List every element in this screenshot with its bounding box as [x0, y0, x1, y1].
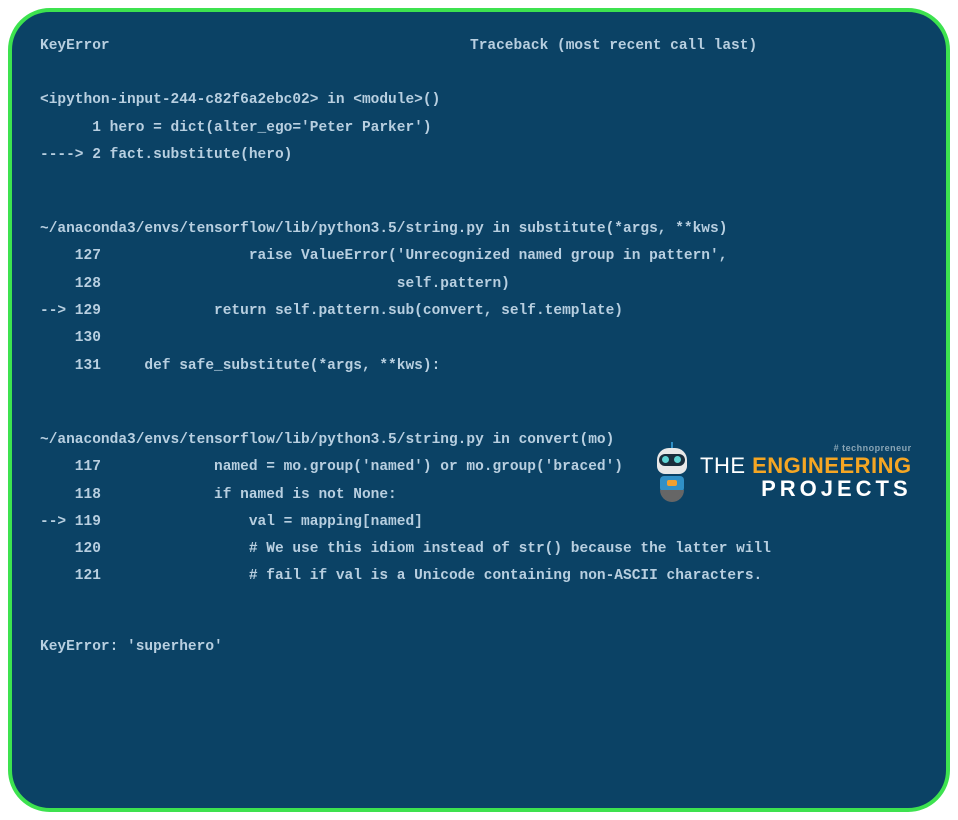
code-line-arrow: ----> 2 fact.substitute(hero)	[40, 145, 918, 165]
watermark-line2: PROJECTS	[700, 478, 912, 500]
watermark-line1: THE ENGINEERING	[700, 455, 912, 477]
final-error: KeyError: 'superhero'	[40, 637, 918, 657]
code-line-arrow: --> 119 val = mapping[named]	[40, 512, 918, 532]
code-line: 127 raise ValueError('Unrecognized named…	[40, 246, 918, 266]
code-line: 1 hero = dict(alter_ego='Peter Parker')	[40, 118, 918, 138]
error-type: KeyError	[40, 36, 470, 56]
code-line-arrow: --> 129 return self.pattern.sub(convert,…	[40, 301, 918, 321]
code-line: 128 self.pattern)	[40, 274, 918, 294]
traceback-terminal: KeyError Traceback (most recent call las…	[8, 8, 950, 812]
traceback-label: Traceback (most recent call last)	[470, 36, 918, 56]
watermark-logo: # technopreneur THE ENGINEERING PROJECTS	[650, 436, 912, 508]
watermark-text: # technopreneur THE ENGINEERING PROJECTS	[700, 444, 912, 500]
traceback-frame-2: ~/anaconda3/envs/tensorflow/lib/python3.…	[40, 219, 918, 376]
robot-icon	[650, 444, 694, 500]
frame-location: <ipython-input-244-c82f6a2ebc02> in <mod…	[40, 90, 918, 110]
code-line: 121 # fail if val is a Unicode containin…	[40, 566, 918, 586]
traceback-header: KeyError Traceback (most recent call las…	[40, 36, 918, 56]
frame-location: ~/anaconda3/envs/tensorflow/lib/python3.…	[40, 219, 918, 239]
error-message: KeyError: 'superhero'	[40, 637, 918, 657]
code-line: 120 # We use this idiom instead of str()…	[40, 539, 918, 559]
watermark-hashtag: # technopreneur	[700, 444, 912, 453]
code-line: 130	[40, 328, 918, 348]
code-line: 131 def safe_substitute(*args, **kws):	[40, 356, 918, 376]
traceback-frame-1: <ipython-input-244-c82f6a2ebc02> in <mod…	[40, 90, 918, 165]
